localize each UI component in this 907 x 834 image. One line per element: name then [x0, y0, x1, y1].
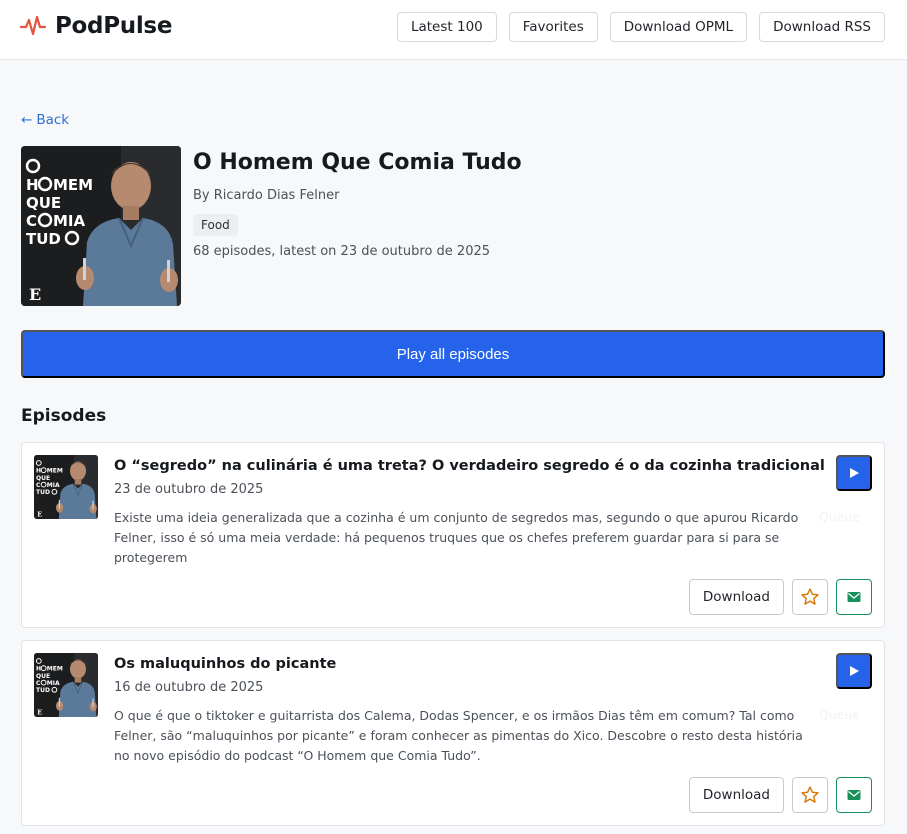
episode-date: 16 de outubro de 2025	[114, 680, 264, 695]
download-button[interactable]: Download	[688, 579, 784, 615]
email-button[interactable]	[836, 579, 872, 615]
favorites-button[interactable]: Favorites	[508, 12, 598, 42]
envelope-icon	[847, 592, 861, 602]
play-icon	[850, 666, 859, 676]
favorite-button[interactable]	[792, 579, 828, 615]
episodes-heading: Episodes	[21, 406, 107, 426]
episode-artwork	[34, 653, 98, 717]
play-icon	[850, 468, 859, 478]
back-arrow-icon: ←	[21, 112, 33, 128]
podcast-artwork	[21, 146, 181, 306]
download-button[interactable]: Download	[688, 777, 784, 813]
episode-card: O “segredo” na culinária é uma treta? O …	[21, 442, 885, 628]
brand-logo[interactable]: PodPulse	[20, 13, 172, 39]
download-rss-button[interactable]: Download RSS	[759, 12, 885, 42]
pulse-icon	[20, 15, 46, 36]
star-icon	[801, 786, 819, 803]
star-icon	[801, 588, 819, 605]
episode-description: Existe uma ideia generalizada que a cozi…	[114, 510, 799, 565]
top-nav: Latest 100 Favorites Download OPML Downl…	[396, 12, 885, 42]
email-button[interactable]	[836, 777, 872, 813]
download-opml-button[interactable]: Download OPML	[609, 12, 748, 42]
back-link[interactable]: ← Back	[21, 112, 69, 128]
favorite-button[interactable]	[792, 777, 828, 813]
episode-title[interactable]: O “segredo” na culinária é uma treta? O …	[114, 458, 825, 474]
podcast-author: By Ricardo Dias Felner	[193, 188, 340, 203]
top-bar: PodPulse Latest 100 Favorites Download O…	[0, 0, 907, 60]
episode-description: O que é que o tiktoker e guitarrista dos…	[114, 708, 803, 763]
queue-button[interactable]: Queue	[819, 707, 860, 722]
back-label: Back	[36, 112, 70, 128]
play-episode-button[interactable]	[836, 455, 872, 491]
episode-title[interactable]: Os maluquinhos do picante	[114, 656, 336, 672]
category-tag: Food	[193, 214, 238, 236]
envelope-icon	[847, 790, 861, 800]
brand-name: PodPulse	[55, 13, 173, 39]
latest-100-button[interactable]: Latest 100	[396, 12, 497, 42]
queue-button[interactable]: Queue	[819, 509, 860, 524]
play-episode-button[interactable]	[836, 653, 872, 689]
podcast-meta: 68 episodes, latest on 23 de outubro de …	[193, 244, 491, 259]
episode-artwork	[34, 455, 98, 519]
episode-date: 23 de outubro de 2025	[114, 482, 264, 497]
podcast-title: O Homem Que Comia Tudo	[193, 150, 522, 175]
episode-card: Os maluquinhos do picante 16 de outubro …	[21, 640, 885, 826]
play-all-button[interactable]: Play all episodes	[21, 330, 885, 378]
